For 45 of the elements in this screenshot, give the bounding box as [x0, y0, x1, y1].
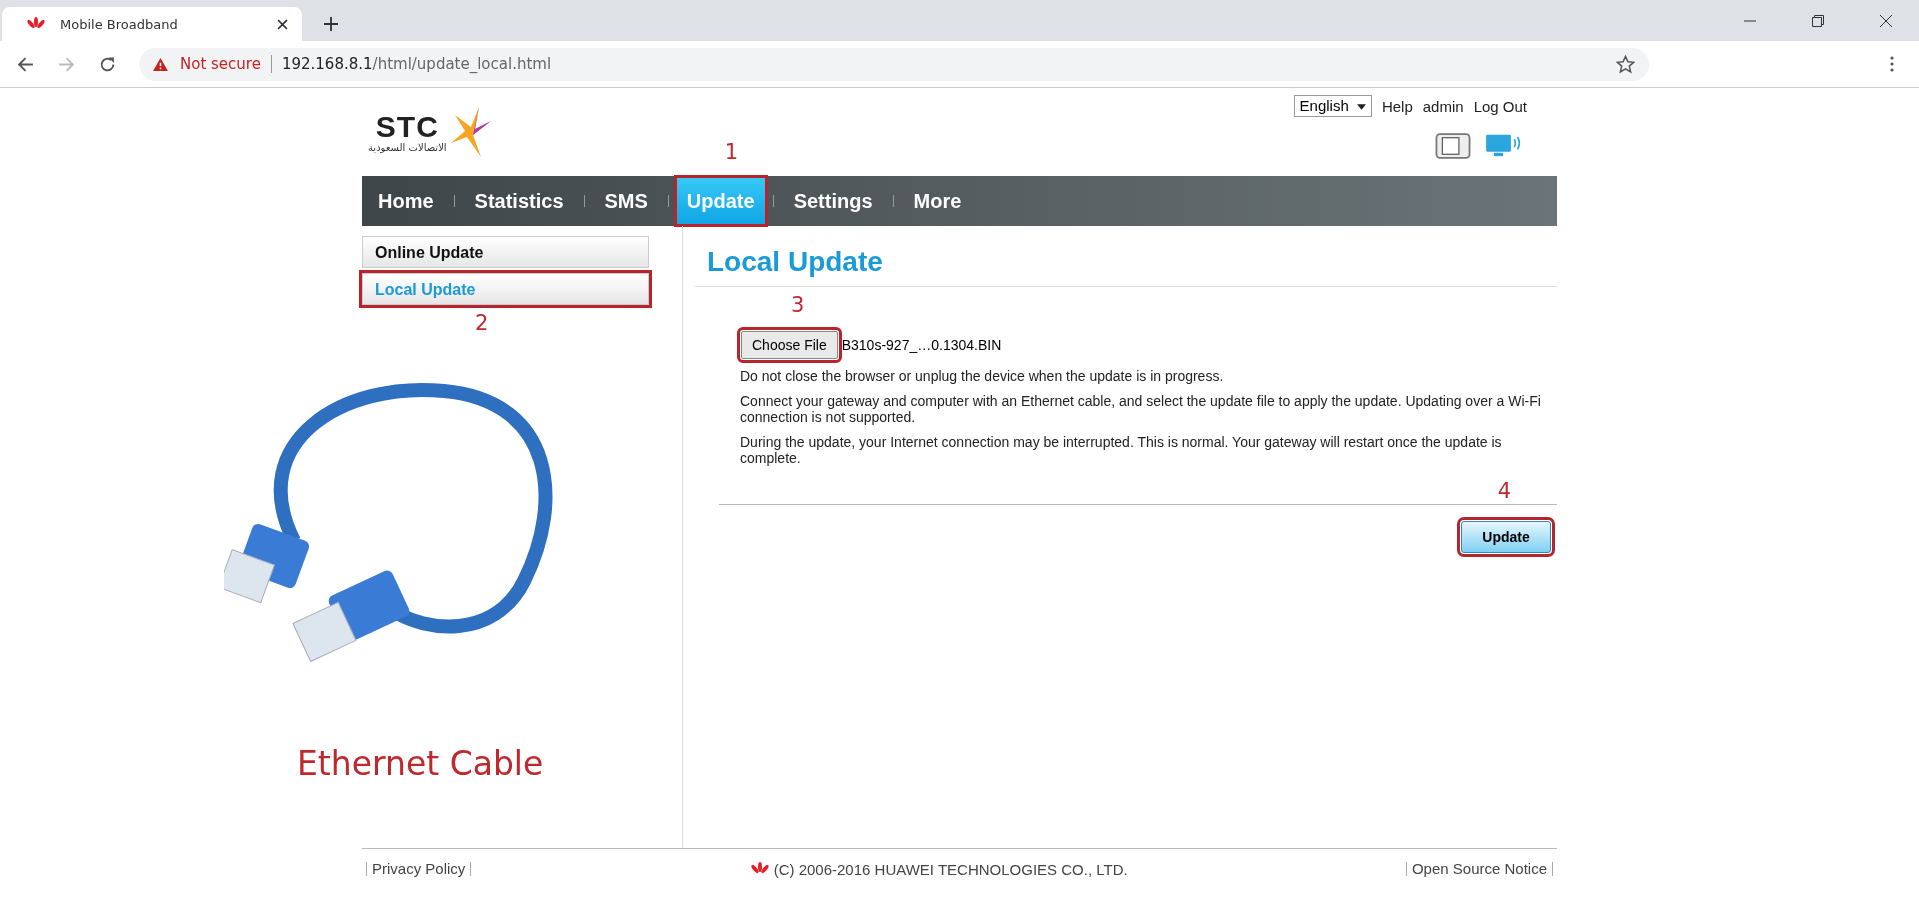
nav-tab[interactable]: SMS	[602, 176, 650, 226]
flower-logo-icon	[26, 17, 46, 31]
reload-icon[interactable]	[99, 55, 116, 73]
tab-title: Mobile Broadband	[60, 16, 179, 32]
header-link[interactable]: Help	[1381, 97, 1413, 115]
nav-tab[interactable]: Statistics	[472, 176, 566, 226]
callout-number: 1	[724, 140, 739, 164]
privacy-policy-link[interactable]: Privacy Policy	[366, 862, 472, 876]
header-link[interactable]: admin	[1422, 97, 1464, 115]
nav-tab[interactable]: More	[911, 176, 964, 226]
flower-logo-icon	[749, 862, 770, 876]
security-label: Not secure	[180, 55, 261, 73]
nav-tab[interactable]: Settings	[791, 176, 875, 226]
warning-icon	[153, 57, 168, 71]
monitor-icon[interactable]	[1485, 133, 1521, 159]
language-dropdown[interactable]: English	[1293, 95, 1372, 117]
tablet-icon[interactable]	[1435, 133, 1471, 159]
new-tab-icon[interactable]	[324, 17, 338, 31]
nav-tab[interactable]: Home	[376, 176, 436, 226]
sidebar-item[interactable]: Online Update	[362, 236, 649, 268]
dropdown-arrow-icon	[1356, 104, 1366, 111]
close-window-icon[interactable]	[1880, 15, 1892, 27]
copyright-text: (C) 2006-2016 HUAWEI TECHNOLOGIES CO., LTD.	[773, 860, 1128, 878]
callout-number: 2	[475, 311, 489, 335]
callout-number: 3	[791, 293, 805, 317]
logo-text: STC	[375, 111, 439, 142]
address-bar[interactable]: Not secure 192.168.8.1/html/update_local.html	[139, 47, 1649, 81]
photo-caption: Ethernet Cable	[297, 744, 544, 783]
info-paragraph: Do not close the browser or unplug the device when the update is in progress.	[740, 368, 1225, 384]
logo-subtext: الاتصالات السعودية	[368, 141, 447, 153]
callout-number: 4	[1497, 479, 1511, 503]
back-arrow-icon[interactable]	[17, 55, 34, 73]
url-text: 192.168.8.1/html/update_local.html	[281, 55, 552, 73]
browser-tab[interactable]: Mobile Broadband	[2, 7, 302, 41]
info-paragraph: Connect your gateway and computer with an Ethernet cable, and select the update file to apply the update. Updating over a Wi-Fi connection is not supported.	[740, 393, 1542, 425]
open-source-notice-link[interactable]: Open Source Notice	[1405, 862, 1553, 876]
restore-icon[interactable]	[1812, 15, 1824, 27]
star-logo-icon	[450, 107, 491, 157]
info-paragraph: During the update, your Internet connection may be interrupted. This is normal. Your gateway will restart once the update is complete.	[740, 434, 1503, 466]
star-icon[interactable]	[1616, 54, 1635, 74]
page-title: Local Update	[695, 226, 1557, 287]
file-name: B310s-927_…0.1304.BIN	[841, 337, 1002, 353]
close-icon[interactable]	[277, 18, 288, 30]
menu-icon[interactable]	[1890, 56, 1894, 72]
header-link[interactable]: Log Out	[1473, 97, 1527, 115]
